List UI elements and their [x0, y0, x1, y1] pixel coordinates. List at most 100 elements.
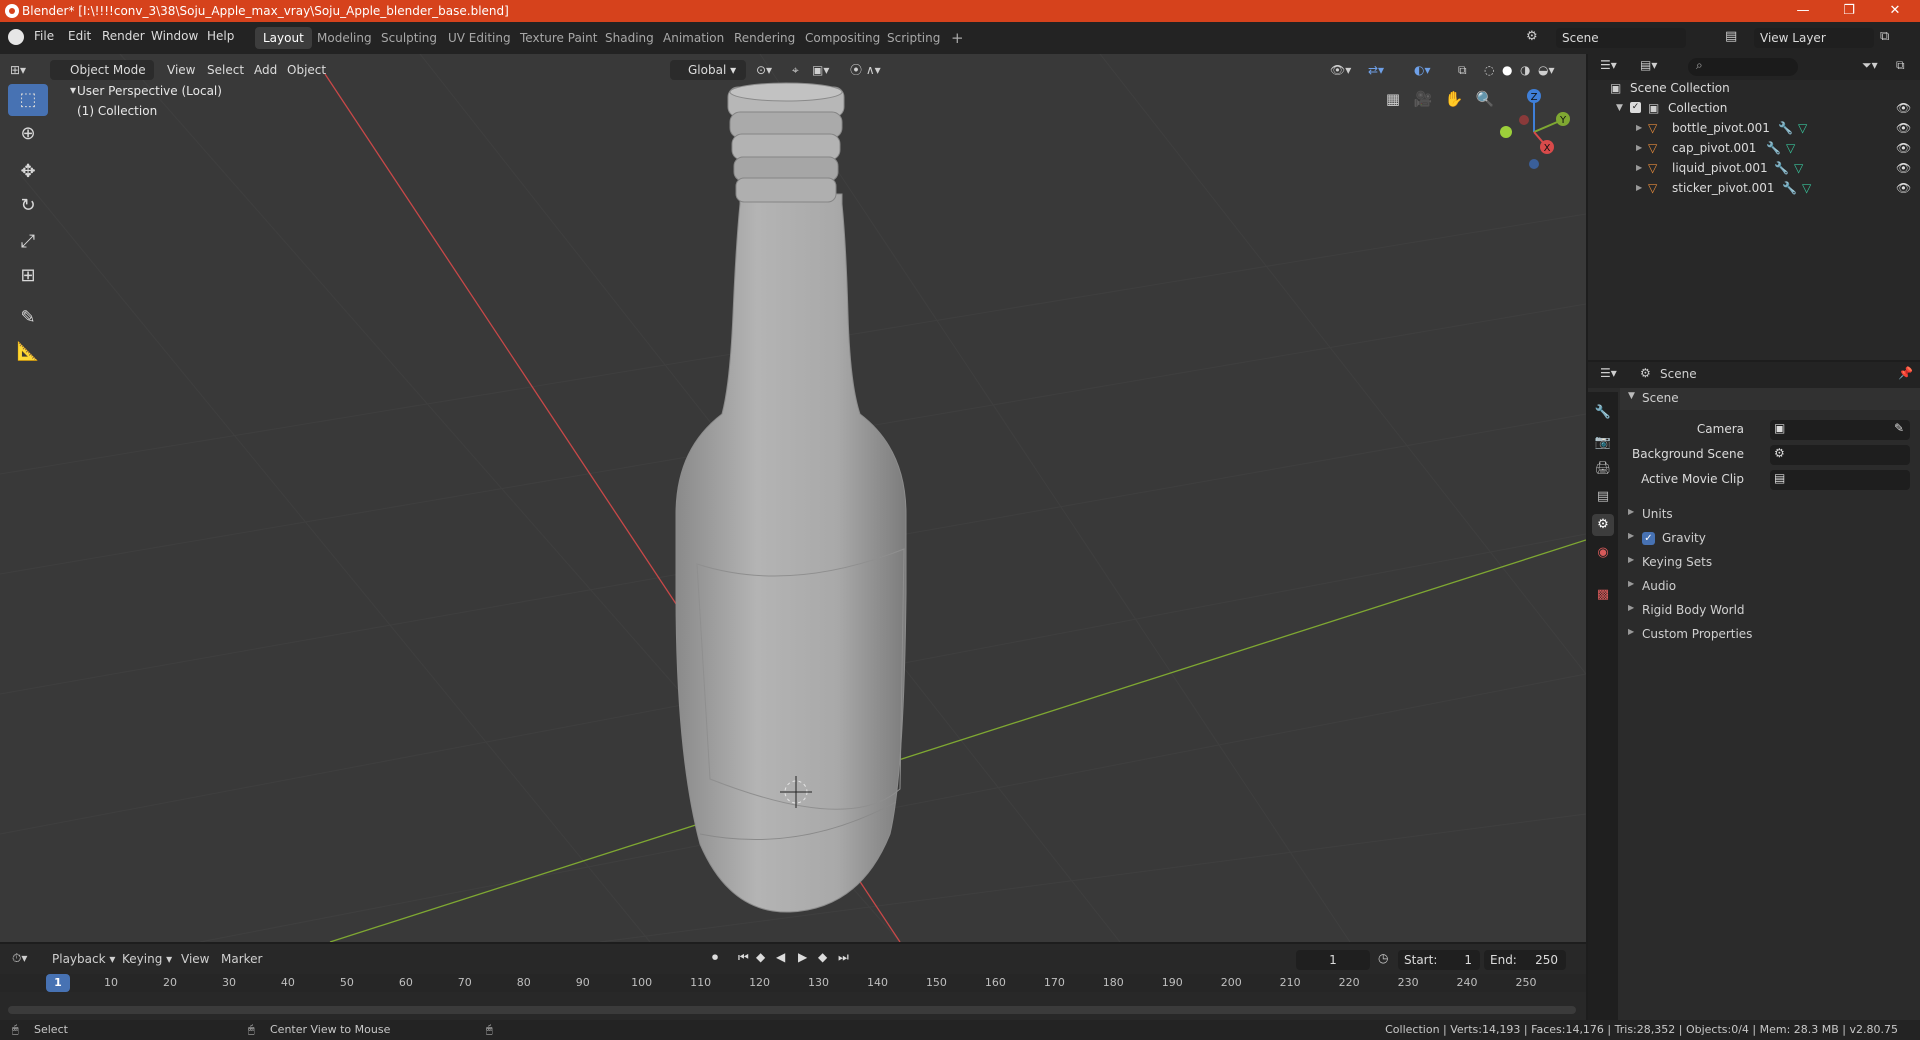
tab-modeling[interactable]: Modeling	[309, 27, 380, 49]
camera-field[interactable]: ▣ ✎	[1770, 420, 1910, 440]
menu-render[interactable]: Render	[102, 29, 145, 43]
move-icon[interactable]: ✥	[8, 156, 48, 188]
rigid-body-world-section[interactable]: ▶ Rigid Body World	[1620, 600, 1920, 622]
timeline-scrollbar[interactable]	[8, 1006, 1576, 1014]
outliner-row-scene-collection[interactable]: ▣ Scene Collection	[1588, 78, 1920, 98]
measure-icon[interactable]: 📐	[8, 336, 48, 368]
new-collection-icon[interactable]: ⧉	[1896, 58, 1905, 73]
snap-target-icon[interactable]: ▣▾	[812, 60, 829, 80]
maximize-button[interactable]: ❐	[1826, 0, 1872, 22]
annotate-icon[interactable]: ✎	[8, 302, 48, 334]
camera-view-icon[interactable]: 🎥	[1410, 86, 1436, 112]
3d-viewport[interactable]: ⊞▾ Object Mode ▾ View Select Add Object …	[0, 54, 1586, 942]
outliner-search-input[interactable]: ⌕	[1688, 58, 1798, 76]
play-icon[interactable]: ▶	[798, 950, 807, 964]
tab-rendering[interactable]: Rendering	[726, 27, 803, 49]
pan-hand-icon[interactable]: ✋	[1441, 86, 1467, 112]
select-box-icon[interactable]: ⬚	[8, 84, 48, 116]
units-section[interactable]: ▶ Units	[1620, 504, 1920, 526]
pin-icon[interactable]: 📌	[1898, 366, 1913, 380]
xray-icon[interactable]: ⧉	[1458, 60, 1467, 80]
menu-help[interactable]: Help	[207, 29, 234, 43]
orientation-selector[interactable]: Global ▾	[670, 60, 746, 80]
minimize-button[interactable]: —	[1780, 0, 1826, 22]
next-keyframe-icon[interactable]: ◆	[818, 950, 827, 964]
bottle-cap[interactable]	[727, 82, 845, 203]
playback-menu[interactable]: Playback ▾	[52, 952, 115, 966]
tab-layout[interactable]: Layout	[255, 27, 312, 49]
rendered-shading-icon[interactable]: ◒▾	[1538, 60, 1555, 80]
eye-icon[interactable]: 👁	[1896, 138, 1911, 158]
start-frame-field[interactable]: Start: 1	[1398, 950, 1480, 970]
eye-icon[interactable]: 👁	[1896, 158, 1911, 178]
expand-arrow-icon[interactable]: ▶	[1636, 178, 1642, 198]
properties-editor-icon[interactable]: ☰▾	[1600, 366, 1617, 380]
outliner-row-object[interactable]: ▶ ▽ sticker_pivot.001 🔧 ▽ 👁	[1588, 178, 1920, 198]
keying-menu[interactable]: Keying ▾	[122, 952, 172, 966]
background-scene-field[interactable]: ⚙	[1770, 445, 1910, 465]
snap-icon[interactable]: ⌖	[792, 60, 799, 80]
expand-arrow-icon[interactable]: ▶	[1636, 158, 1642, 178]
tab-texture-paint[interactable]: Texture Paint	[512, 27, 605, 49]
cursor-icon[interactable]: ⊕	[8, 118, 48, 150]
view-layer-tab-icon[interactable]: ▤	[1592, 486, 1614, 508]
wireframe-shading-icon[interactable]: ◌	[1484, 60, 1494, 80]
outliner-row-collection[interactable]: ▼ ✓ ▣ Collection 👁	[1588, 98, 1920, 118]
prev-keyframe-icon[interactable]: ◆	[756, 950, 765, 964]
scene-tab-icon[interactable]: ⚙	[1592, 514, 1614, 536]
eyedropper-icon[interactable]: ✎	[1894, 421, 1904, 435]
texture-tab-icon[interactable]: ▩	[1592, 584, 1614, 606]
new-view-layer-icon[interactable]: ⧉	[1880, 29, 1889, 44]
tab-scripting[interactable]: Scripting	[879, 27, 948, 49]
outliner-editor-icon[interactable]: ☰▾	[1600, 58, 1617, 72]
view-layer-selector[interactable]: View Layer	[1754, 28, 1874, 48]
menu-window[interactable]: Window	[151, 29, 198, 43]
scale-icon[interactable]: ⤢	[8, 226, 48, 258]
expand-arrow-icon[interactable]: ▶	[1636, 118, 1642, 138]
menu-object[interactable]: Object	[287, 60, 326, 80]
audio-section[interactable]: ▶ Audio	[1620, 576, 1920, 598]
tab-sculpting[interactable]: Sculpting	[373, 27, 445, 49]
tab-animation[interactable]: Animation	[655, 27, 732, 49]
grid-view-icon[interactable]: ▦	[1380, 86, 1406, 112]
menu-file[interactable]: File	[34, 29, 54, 43]
active-movie-clip-field[interactable]: ▤	[1770, 470, 1910, 490]
frame-ruler[interactable]: 1 10 20 30 40 50 60 70 80 90 100 110 120 130 140 150 160…	[0, 974, 1586, 992]
menu-select[interactable]: Select	[207, 60, 244, 80]
menu-edit[interactable]: Edit	[68, 29, 91, 43]
tab-shading[interactable]: Shading	[597, 27, 662, 49]
world-tab-icon[interactable]: ◉	[1592, 542, 1614, 564]
outliner-row-object[interactable]: ▶ ▽ cap_pivot.001 🔧 ▽ 👁	[1588, 138, 1920, 158]
timeline-editor-icon[interactable]: ⏱▾	[12, 951, 27, 966]
jump-end-icon[interactable]: ⏭	[838, 950, 849, 965]
output-tab-icon[interactable]: 🖨	[1592, 458, 1614, 480]
end-frame-field[interactable]: End: 250	[1484, 950, 1566, 970]
outliner-row-object[interactable]: ▶ ▽ liquid_pivot.001 🔧 ▽ 👁	[1588, 158, 1920, 178]
eye-icon[interactable]: 👁	[1896, 118, 1911, 138]
menu-view[interactable]: View	[167, 60, 195, 80]
scene-panel-header[interactable]: ▼ Scene	[1620, 388, 1920, 410]
eye-icon[interactable]: 👁	[1896, 98, 1911, 118]
custom-properties-section[interactable]: ▶ Custom Properties	[1620, 624, 1920, 646]
view-menu[interactable]: View	[181, 952, 209, 966]
eye-icon[interactable]: 👁	[1896, 178, 1911, 198]
tab-compositing[interactable]: Compositing	[797, 27, 888, 49]
navigation-gizmo[interactable]: Z Y X	[1490, 84, 1580, 184]
gravity-checkbox[interactable]: ✓	[1642, 532, 1655, 545]
close-button[interactable]: ✕	[1872, 0, 1918, 22]
clock-icon[interactable]: ◷	[1378, 951, 1388, 965]
material-shading-icon[interactable]: ◑	[1520, 60, 1530, 80]
play-reverse-icon[interactable]: ◀	[776, 950, 785, 964]
jump-start-icon[interactable]: ⏮	[738, 950, 749, 965]
tool-tab-icon[interactable]: 🔧	[1592, 402, 1614, 424]
gizmo-toggle-icon[interactable]: ⇄▾	[1368, 60, 1384, 80]
scene-selector[interactable]: Scene	[1556, 28, 1686, 48]
visibility-icon[interactable]: 👁▾	[1330, 60, 1351, 80]
blender-menu-icon[interactable]	[8, 29, 24, 45]
pivot-icon[interactable]: ⊙▾	[756, 60, 772, 80]
transform-icon[interactable]: ⊞	[8, 260, 48, 292]
render-tab-icon[interactable]: 📷	[1592, 432, 1614, 454]
gravity-section[interactable]: ▶ ✓ Gravity	[1620, 528, 1920, 550]
rotate-icon[interactable]: ↻	[8, 190, 48, 222]
mode-selector[interactable]: Object Mode ▾	[50, 60, 154, 97]
